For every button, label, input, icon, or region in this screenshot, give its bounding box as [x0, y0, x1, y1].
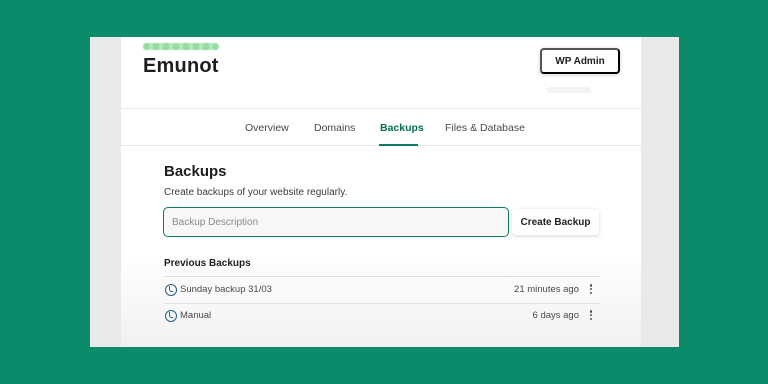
previous-backups-heading: Previous Backups — [164, 258, 251, 269]
more-options-icon[interactable] — [586, 282, 596, 296]
backup-row: Sunday backup 31/03 21 minutes ago — [164, 281, 600, 301]
backup-name: Sunday backup 31/03 — [180, 284, 272, 295]
more-options-icon[interactable] — [586, 308, 596, 322]
active-tab-indicator — [379, 144, 418, 146]
backup-row: Manual 6 days ago — [164, 307, 600, 327]
tab-overview[interactable]: Overview — [245, 122, 289, 134]
backup-restore-icon — [165, 310, 177, 322]
backup-description-input[interactable] — [163, 207, 509, 237]
tab-backups[interactable]: Backups — [380, 122, 424, 134]
app-frame: Emunot WP Admin Overview Domains Backups… — [90, 37, 679, 347]
backup-restore-icon — [165, 284, 177, 296]
wp-admin-button[interactable]: WP Admin — [540, 48, 620, 74]
backup-name: Manual — [180, 310, 212, 321]
site-header: Emunot WP Admin — [121, 37, 641, 109]
backup-time: 6 days ago — [532, 310, 579, 321]
site-panel: Emunot WP Admin Overview Domains Backups… — [121, 37, 641, 347]
site-tabs: Overview Domains Backups Files & Databas… — [121, 109, 641, 146]
faint-placeholder — [547, 87, 591, 93]
tab-files-database[interactable]: Files & Database — [445, 122, 525, 134]
site-title: Emunot — [143, 55, 219, 77]
backups-subtitle: Create backups of your website regularly… — [164, 187, 348, 198]
list-divider — [164, 303, 600, 304]
backups-heading: Backups — [164, 163, 227, 180]
blurred-site-url — [143, 43, 219, 50]
list-divider — [164, 276, 600, 277]
tab-domains[interactable]: Domains — [314, 122, 355, 134]
create-backup-button[interactable]: Create Backup — [512, 209, 599, 235]
backup-time: 21 minutes ago — [514, 284, 579, 295]
